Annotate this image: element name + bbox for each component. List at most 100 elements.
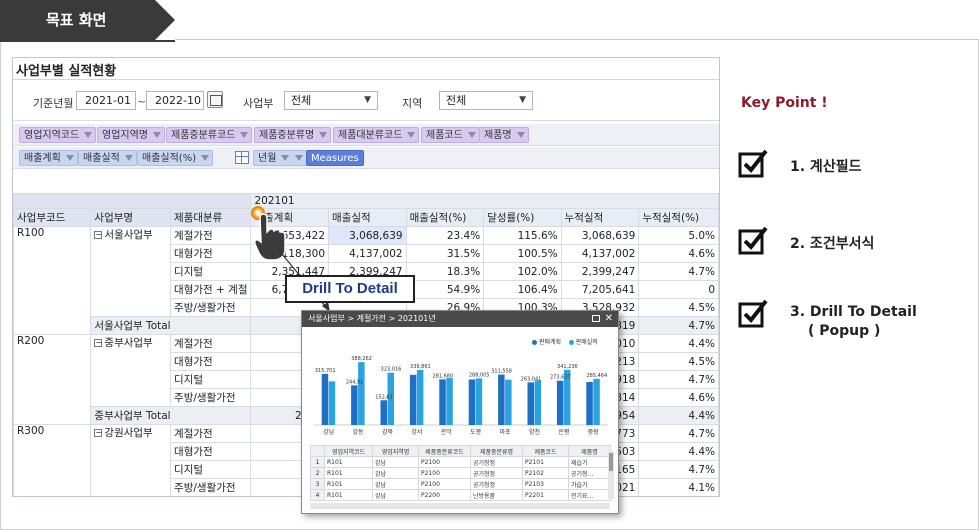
- value-cell[interactable]: 4.1%: [638, 478, 719, 496]
- filter-icon[interactable]: [407, 132, 416, 138]
- division-name-cell[interactable]: − 서울사업부: [90, 226, 172, 317]
- measure-chip[interactable]: 매출계획: [19, 150, 78, 166]
- measure-column-header[interactable]: 매출실적: [328, 208, 407, 227]
- value-cell[interactable]: 18.3%: [405, 262, 485, 281]
- filter-icon[interactable]: [319, 132, 328, 138]
- collapse-icon[interactable]: −: [94, 429, 103, 437]
- row-header-category[interactable]: 제품대분류: [170, 208, 252, 227]
- value-cell[interactable]: 4.4%: [639, 497, 719, 498]
- detail-column-header[interactable]: 제품중분류명: [470, 445, 523, 457]
- value-cell[interactable]: 4.7%: [638, 316, 719, 335]
- bar-plan[interactable]: [468, 379, 476, 425]
- bar-plan[interactable]: [586, 382, 593, 425]
- value-cell[interactable]: 23.4%: [405, 226, 485, 245]
- value-cell[interactable]: 4.5%: [638, 298, 719, 317]
- value-cell[interactable]: 31.5%: [405, 244, 485, 263]
- column-period-header[interactable]: 202101: [250, 193, 719, 209]
- bar-plan[interactable]: [409, 374, 417, 425]
- field-chip[interactable]: 제품중분류코드: [166, 127, 253, 143]
- bar-actual[interactable]: [534, 380, 542, 425]
- value-cell[interactable]: 4.6%: [638, 244, 719, 263]
- value-cell[interactable]: 4.4%: [638, 334, 719, 353]
- detail-column-header[interactable]: [310, 445, 325, 457]
- row-header-division-code[interactable]: 사업부코드: [13, 208, 92, 227]
- value-cell[interactable]: 4.4%: [638, 406, 719, 425]
- bar-actual[interactable]: [505, 379, 512, 425]
- value-cell[interactable]: 102.0%: [483, 262, 562, 281]
- filter-icon[interactable]: [201, 155, 210, 161]
- value-cell[interactable]: 3,068,639: [328, 226, 407, 245]
- collapse-icon[interactable]: −: [94, 339, 103, 347]
- sort-icon[interactable]: [295, 155, 304, 161]
- bar-plan[interactable]: [498, 374, 505, 425]
- measure-column-header[interactable]: 누적실적(%): [638, 208, 719, 227]
- value-cell[interactable]: 7,205,641: [560, 280, 640, 299]
- measures-chip[interactable]: Measures: [306, 150, 364, 166]
- value-cell[interactable]: 4,137,002: [560, 244, 640, 263]
- period-to-input[interactable]: 2022-10: [146, 91, 204, 110]
- measure-column-header[interactable]: 달성률(%): [483, 208, 562, 227]
- value-cell[interactable]: 115.6%: [483, 226, 562, 245]
- field-chip[interactable]: 제품명: [479, 127, 529, 143]
- value-cell[interactable]: 4.7%: [638, 424, 719, 443]
- value-cell[interactable]: 4.4%: [638, 442, 719, 461]
- value-cell[interactable]: 5.0%: [638, 226, 719, 245]
- value-cell[interactable]: 2,399,247: [560, 262, 640, 281]
- filter-icon[interactable]: [153, 132, 161, 138]
- measure-column-header[interactable]: 매출실적(%): [405, 208, 485, 227]
- bar-plan[interactable]: [556, 380, 564, 425]
- filter-icon[interactable]: [65, 155, 74, 161]
- value-cell[interactable]: 100.5%: [483, 244, 562, 263]
- value-cell[interactable]: 4.7%: [638, 370, 719, 389]
- value-cell[interactable]: 0: [638, 280, 719, 299]
- value-cell[interactable]: 4.7%: [638, 262, 719, 281]
- value-cell[interactable]: 106.4%: [483, 280, 562, 299]
- detail-column-header[interactable]: 영업지역명: [372, 445, 419, 457]
- bar-actual[interactable]: [416, 369, 424, 425]
- filter-icon[interactable]: [240, 132, 249, 138]
- table-row[interactable]: 3 R101 강남 P2100 공기청정 P2103 가습기: [310, 478, 611, 490]
- table-row[interactable]: 2 R101 강남 P2100 공기청정 P2102 공기청...: [310, 467, 611, 479]
- measure-chip[interactable]: 매출실적(%): [137, 150, 214, 166]
- value-cell[interactable]: 3,068,639: [560, 226, 640, 245]
- region-select[interactable]: 전체 ▼: [439, 91, 533, 110]
- field-chip[interactable]: 제품코드: [421, 127, 480, 143]
- calendar-icon[interactable]: [207, 91, 223, 108]
- row-header-division-name[interactable]: 사업부명: [90, 208, 172, 227]
- column-field-chip[interactable]: 년월: [253, 150, 308, 166]
- table-row[interactable]: 1 R101 강남 P2100 공기청정 P2101 제습기: [310, 456, 611, 468]
- division-name-cell[interactable]: − 중부사업부: [90, 334, 172, 407]
- close-icon[interactable]: ✕: [605, 311, 613, 326]
- detail-column-header[interactable]: 제품명: [568, 445, 611, 457]
- bar-plan[interactable]: [527, 382, 535, 425]
- bar-actual[interactable]: [446, 378, 453, 425]
- detail-column-header[interactable]: 제품코드: [522, 445, 569, 457]
- field-chip[interactable]: 영업지역명: [97, 127, 165, 143]
- value-cell[interactable]: 54.9%: [405, 280, 485, 299]
- bar-plan[interactable]: [439, 379, 446, 425]
- layout-toggle-icon[interactable]: [235, 151, 249, 164]
- value-cell[interactable]: 4.6%: [638, 388, 719, 407]
- value-cell[interactable]: 4,137,002: [328, 244, 407, 263]
- bar-actual[interactable]: [593, 378, 600, 425]
- field-chip[interactable]: 제품대분류코드: [333, 127, 420, 143]
- filter-icon[interactable]: [84, 132, 93, 138]
- filter-icon[interactable]: [281, 155, 290, 161]
- period-from-input[interactable]: 2021-01: [76, 91, 136, 110]
- detail-column-header[interactable]: 영업지역코드: [324, 445, 373, 457]
- bar-actual[interactable]: [475, 378, 483, 425]
- value-cell[interactable]: 4.7%: [638, 460, 719, 479]
- value-cell[interactable]: 4.5%: [638, 352, 719, 371]
- filter-icon[interactable]: [467, 132, 476, 138]
- division-select[interactable]: 전체 ▼: [284, 91, 378, 110]
- popup-vertical-scrollbar[interactable]: [608, 451, 614, 499]
- bar-plan[interactable]: [321, 373, 329, 425]
- bar-plan[interactable]: [351, 385, 358, 425]
- filter-icon[interactable]: [516, 132, 525, 138]
- measure-column-header[interactable]: 누적실적: [560, 208, 640, 227]
- bar-actual[interactable]: [358, 362, 365, 425]
- field-chip[interactable]: 영업지역코드: [19, 127, 97, 143]
- measure-chip[interactable]: 매출실적: [78, 150, 137, 166]
- bar-actual[interactable]: [328, 381, 336, 425]
- collapse-icon[interactable]: −: [94, 231, 103, 239]
